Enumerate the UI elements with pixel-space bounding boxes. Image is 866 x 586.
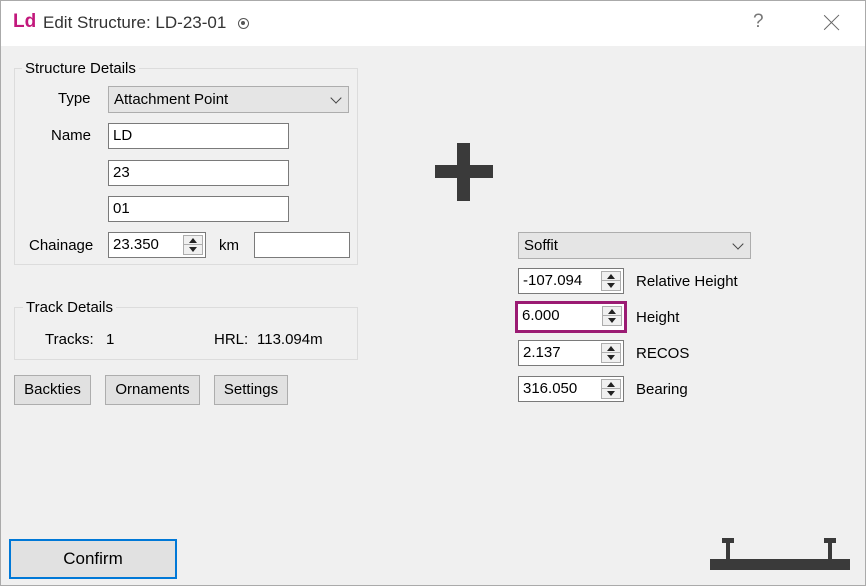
backties-button[interactable]: Backties bbox=[14, 375, 91, 405]
spin-up-icon[interactable] bbox=[602, 272, 620, 281]
height-value: 6.000 bbox=[522, 307, 560, 324]
recos-stepper[interactable] bbox=[601, 343, 621, 363]
tracks-value: 1 bbox=[106, 331, 115, 348]
chainage-spinner[interactable]: 23.350 bbox=[108, 232, 206, 258]
edit-structure-window: Ld Edit Structure: LD-23-01 ? Structure … bbox=[0, 0, 866, 586]
chainage-unit: km bbox=[219, 237, 239, 254]
recos-label: RECOS bbox=[636, 345, 690, 362]
help-button[interactable]: ? bbox=[753, 11, 764, 33]
type-dropdown[interactable]: Attachment Point bbox=[108, 86, 349, 113]
type-dropdown-value: Attachment Point bbox=[114, 91, 229, 108]
bearing-spinner[interactable]: 316.050 bbox=[518, 376, 624, 402]
recos-spinner[interactable]: 2.137 bbox=[518, 340, 624, 366]
close-icon[interactable] bbox=[821, 11, 843, 33]
chainage-label: Chainage bbox=[29, 237, 94, 254]
confirm-button[interactable]: Confirm bbox=[9, 539, 177, 579]
height-stepper[interactable] bbox=[602, 306, 622, 326]
spin-up-icon[interactable] bbox=[602, 344, 620, 353]
ornaments-button[interactable]: Ornaments bbox=[105, 375, 200, 405]
spin-down-icon[interactable] bbox=[603, 316, 621, 325]
name-part1-field[interactable]: LD bbox=[108, 123, 289, 149]
height-label: Height bbox=[636, 309, 680, 326]
bearing-value: 316.050 bbox=[523, 380, 578, 397]
relative-height-stepper[interactable] bbox=[601, 271, 621, 291]
spin-down-icon[interactable] bbox=[602, 281, 620, 290]
track-details-legend: Track Details bbox=[23, 299, 116, 316]
type-label: Type bbox=[58, 90, 91, 107]
title-bar: Ld Edit Structure: LD-23-01 ? bbox=[1, 1, 865, 46]
chevron-down-icon bbox=[330, 92, 342, 104]
plus-icon[interactable] bbox=[435, 143, 493, 201]
spin-down-icon[interactable] bbox=[602, 389, 620, 398]
relative-height-spinner[interactable]: -107.094 bbox=[518, 268, 624, 294]
spin-up-icon[interactable] bbox=[603, 307, 621, 316]
bearing-label: Bearing bbox=[636, 381, 688, 398]
name-part2-field[interactable]: 23 bbox=[108, 160, 289, 186]
spin-down-icon[interactable] bbox=[602, 353, 620, 362]
reference-dropdown-value: Soffit bbox=[524, 237, 558, 254]
chainage-stepper[interactable] bbox=[183, 235, 203, 255]
spin-down-icon[interactable] bbox=[184, 245, 202, 254]
tracks-label: Tracks: bbox=[45, 331, 94, 348]
recos-value: 2.137 bbox=[523, 344, 561, 361]
gantry-structure-icon bbox=[710, 535, 850, 571]
name-label: Name bbox=[51, 127, 92, 144]
relative-height-label: Relative Height bbox=[636, 273, 738, 290]
chainage-value: 23.350 bbox=[113, 236, 159, 253]
name-part3-field[interactable]: 01 bbox=[108, 196, 289, 222]
spin-up-icon[interactable] bbox=[602, 380, 620, 389]
relative-height-value: -107.094 bbox=[523, 272, 583, 289]
chevron-down-icon bbox=[732, 238, 744, 250]
window-title: Edit Structure: LD-23-01 bbox=[43, 13, 227, 32]
spin-up-icon[interactable] bbox=[184, 236, 202, 245]
hrl-label: HRL: bbox=[214, 331, 249, 348]
height-spinner[interactable]: 6.000 bbox=[515, 301, 627, 333]
hrl-value: 113.094m bbox=[257, 331, 323, 348]
bearing-stepper[interactable] bbox=[601, 379, 621, 399]
settings-button[interactable]: Settings bbox=[214, 375, 288, 405]
app-logo: Ld bbox=[13, 11, 37, 32]
reference-dropdown[interactable]: Soffit bbox=[518, 232, 751, 259]
chainage-extra-field[interactable] bbox=[254, 232, 350, 258]
pin-icon[interactable] bbox=[238, 18, 249, 29]
structure-details-legend: Structure Details bbox=[22, 60, 139, 77]
